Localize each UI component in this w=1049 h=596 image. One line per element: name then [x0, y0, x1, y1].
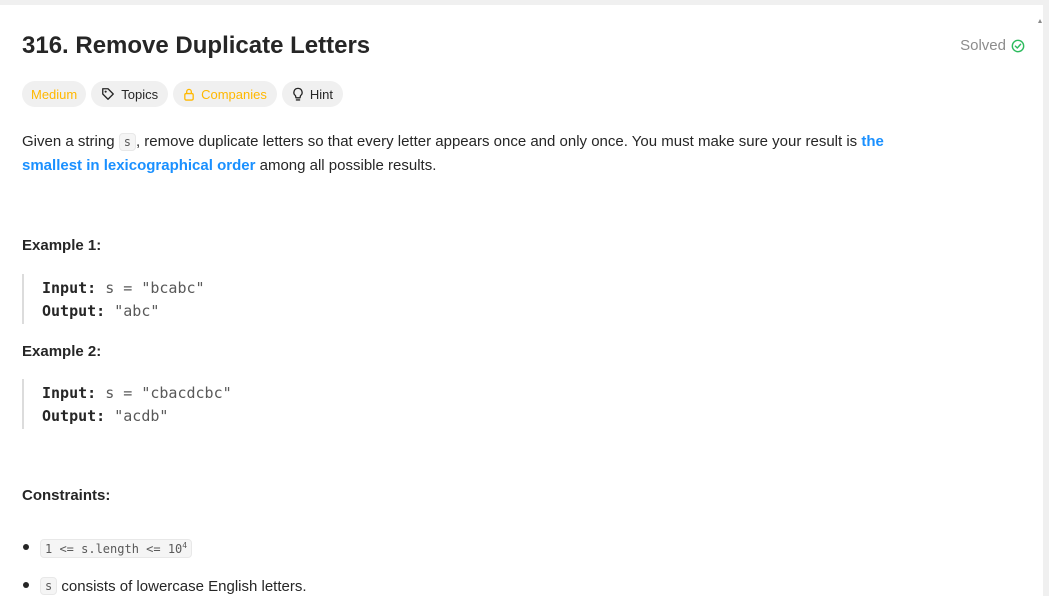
problem-tags: Medium Topics Companies Hint [22, 81, 343, 107]
solved-status: Solved [960, 37, 1025, 54]
input-value: s = "bcabc" [105, 279, 205, 297]
difficulty-label: Medium [31, 86, 78, 102]
lock-icon [184, 88, 194, 101]
constraints-heading: Constraints: [22, 487, 111, 504]
hint-label: Hint [309, 86, 333, 102]
input-label: Input: [42, 384, 97, 402]
list-item: 1 <= s.length <= 104 [22, 529, 307, 567]
input-label: Input: [42, 279, 97, 297]
example-1-heading: Example 1: [22, 237, 102, 254]
input-value: s = "cbacdcbc" [105, 384, 232, 402]
variable-s: s [118, 133, 136, 151]
output-label: Output: [42, 302, 106, 320]
difficulty-badge: Medium [22, 81, 87, 107]
hint-button[interactable]: Hint [281, 81, 343, 107]
topics-label: Topics [121, 86, 159, 102]
list-item: s consists of lowercase English letters. [22, 567, 307, 596]
output-label: Output: [42, 407, 106, 425]
companies-label: Companies [201, 86, 267, 102]
statement-text: among all possible results. [255, 157, 437, 174]
example-1-block: Input: s = "bcabc" Output: "abc" [22, 274, 442, 324]
solved-label: Solved [960, 37, 1006, 54]
constraints-list: 1 <= s.length <= 104 s consists of lower… [22, 529, 307, 596]
scroll-up-arrow-icon[interactable] [1038, 19, 1042, 23]
example-2-block: Input: s = "cbacdcbc" Output: "acdb" [22, 379, 442, 429]
example-2-heading: Example 2: [22, 343, 102, 360]
lightbulb-icon [293, 87, 303, 101]
constraint-text: consists of lowercase English letters. [57, 577, 307, 595]
topics-button[interactable]: Topics [91, 81, 169, 107]
companies-button[interactable]: Companies [173, 81, 277, 107]
output-value: "abc" [114, 302, 160, 320]
output-value: "acdb" [114, 407, 169, 425]
problem-title[interactable]: 316. Remove Duplicate Letters [22, 32, 370, 60]
problem-description-panel: 316. Remove Duplicate Letters Solved Med… [0, 5, 1043, 596]
constraint-code: 1 <= s.length <= 104 [40, 538, 193, 558]
statement-text: , remove duplicate letters so that every… [135, 133, 862, 150]
constraint-length: 1 <= s.length <= 10 [45, 541, 183, 556]
tag-icon [102, 88, 115, 100]
variable-s: s [40, 577, 58, 595]
statement-text: Given a string [22, 133, 119, 150]
check-circle-icon [1011, 39, 1025, 52]
problem-statement: Given a string s, remove duplicate lette… [22, 130, 902, 178]
exponent: 4 [182, 540, 188, 550]
